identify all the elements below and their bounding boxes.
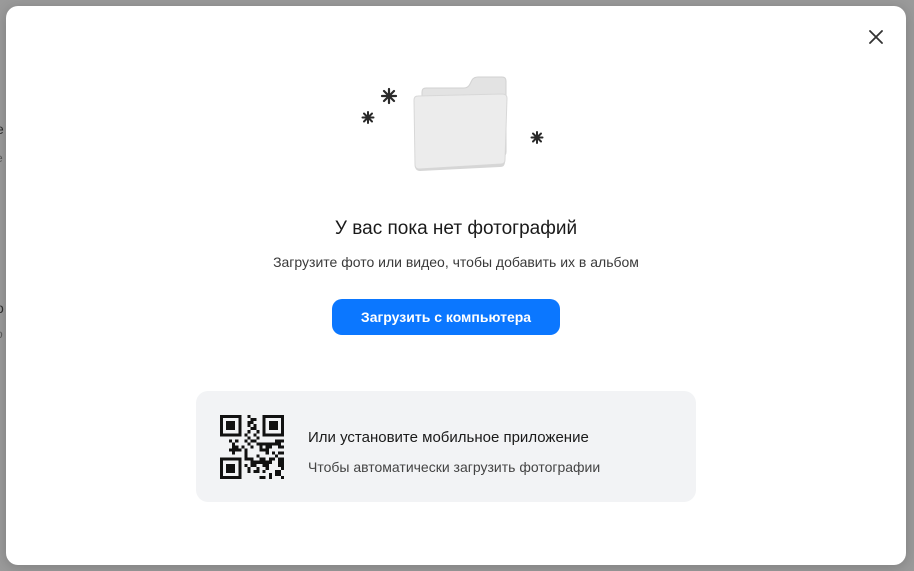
qr-code-icon (220, 415, 284, 479)
close-button[interactable] (864, 25, 888, 49)
background-text-fragment: е (0, 150, 3, 166)
empty-state-subtitle: Загрузите фото или видео, чтобы добавить… (273, 254, 639, 270)
upload-photos-modal: У вас пока нет фотографий Загрузите фото… (6, 6, 906, 565)
background-text-fragment: е (0, 121, 4, 137)
sparkle-icon (361, 111, 375, 124)
upload-from-computer-button[interactable]: Загрузить с компьютера (332, 299, 560, 335)
background-text-fragment: о (0, 326, 3, 342)
mobile-app-title: Или установите мобильное приложение (308, 429, 589, 446)
empty-folder-icon (361, 76, 544, 171)
background-text-fragment: о (0, 300, 4, 316)
mobile-app-subtitle: Чтобы автоматически загрузить фотографии (308, 459, 601, 475)
mobile-app-card: Или установите мобильное приложение Чтоб… (196, 391, 696, 502)
sparkle-icon (380, 87, 398, 105)
empty-state-title: У вас пока нет фотографий (334, 218, 578, 239)
sparkle-icon (530, 131, 544, 144)
close-icon (869, 30, 883, 44)
